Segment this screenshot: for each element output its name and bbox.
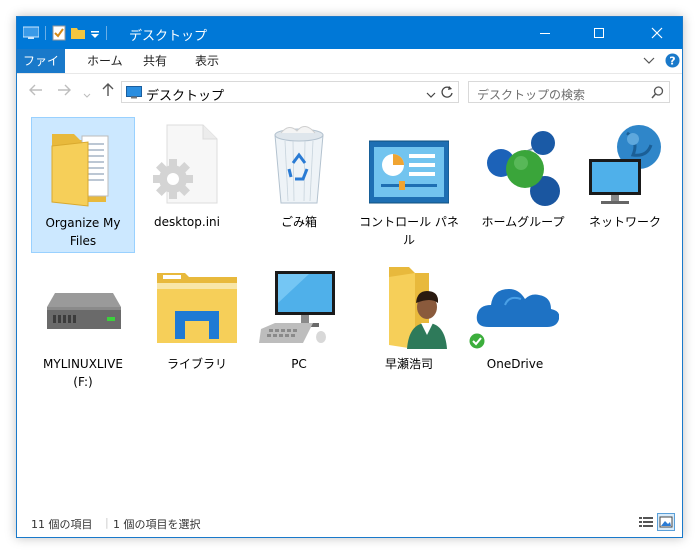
tab-share[interactable]: 共有	[133, 49, 177, 73]
list-item[interactable]: OneDrive	[463, 259, 567, 395]
item-label: ライブラリ	[166, 357, 227, 371]
address-bar[interactable]: デスクトップ	[121, 81, 459, 104]
tab-view[interactable]: 表示	[185, 49, 229, 73]
ribbon: ファイル ホーム 共有 表示 ?	[17, 49, 682, 92]
window-title: デスクトップ	[129, 29, 208, 44]
chevron-down-icon	[83, 93, 91, 98]
minimize-button[interactable]	[522, 17, 568, 49]
user-folder-icon	[389, 267, 447, 349]
status-bar: 11 個の項目 | 1 個の項目を選択	[17, 507, 682, 537]
refresh-button[interactable]	[440, 85, 454, 102]
list-item[interactable]: ごみ箱	[247, 117, 351, 253]
desktop-icon	[126, 86, 142, 99]
list-item[interactable]: 早瀬浩司	[357, 259, 461, 395]
selection-count: 1 個の項目を選択	[113, 518, 201, 531]
arrow-up-icon	[102, 83, 114, 96]
search-icon[interactable]	[651, 86, 664, 99]
toolbar-separator	[106, 26, 107, 40]
explorer-window: デスクトップ ファイル ホーム 共有 表示 ? デスクトップ デスクトップの検索…	[16, 16, 683, 538]
list-item[interactable]: ホームグループ	[471, 117, 575, 253]
file-view[interactable]: Organize My Files desktop.ini ごみ箱 コントロール…	[17, 111, 682, 507]
arrow-right-icon	[58, 84, 71, 96]
search-box[interactable]: デスクトップの検索	[468, 81, 670, 103]
libraries-icon	[157, 273, 237, 343]
new-folder-icon[interactable]	[70, 25, 86, 41]
list-item[interactable]: MYLINUXLIVE (F:)	[31, 259, 135, 395]
details-view-button[interactable]	[637, 513, 655, 531]
minimize-icon	[540, 33, 550, 34]
drive-icon	[47, 293, 121, 329]
close-icon	[651, 27, 663, 39]
maximize-icon	[594, 28, 604, 38]
search-input[interactable]: デスクトップの検索	[477, 86, 585, 103]
item-label: PC	[291, 357, 307, 371]
homegroup-icon	[487, 131, 560, 206]
item-label: OneDrive	[486, 357, 544, 371]
recent-locations-button[interactable]	[83, 87, 91, 103]
svg-text:?: ?	[669, 55, 675, 68]
item-label: desktop.ini	[154, 215, 220, 229]
list-item[interactable]: コントロール パネル	[357, 117, 461, 253]
refresh-icon	[441, 86, 453, 98]
back-button[interactable]	[29, 83, 43, 101]
list-item[interactable]: ライブラリ	[145, 259, 249, 395]
chevron-down-icon	[426, 92, 436, 98]
ribbon-expand-button[interactable]	[643, 55, 655, 69]
navigation-bar: デスクトップ デスクトップの検索	[17, 75, 682, 109]
item-label: 早瀬浩司	[384, 357, 433, 371]
control-panel-icon	[369, 140, 449, 204]
settings-file-icon	[153, 124, 218, 204]
item-label: MYLINUXLIVE (F:)	[43, 357, 123, 389]
recycle-bin-icon	[274, 126, 324, 204]
tab-home[interactable]: ホーム	[77, 49, 133, 73]
maximize-button[interactable]	[576, 17, 622, 49]
title-bar[interactable]: デスクトップ	[17, 17, 682, 49]
arrow-left-icon	[29, 84, 42, 96]
status-separator: |	[105, 516, 109, 529]
list-item[interactable]: Organize My Files	[31, 117, 135, 253]
close-button[interactable]	[634, 17, 680, 49]
details-view-icon	[639, 517, 653, 527]
folder-documents-icon	[51, 134, 109, 207]
tab-file[interactable]: ファイル	[17, 49, 65, 92]
list-item[interactable]: PC	[247, 259, 351, 395]
chevron-down-icon	[643, 57, 655, 64]
item-count: 11 個の項目	[31, 518, 93, 531]
network-icon	[589, 125, 661, 204]
customize-toolbar-icon[interactable]	[90, 25, 100, 41]
properties-icon[interactable]	[52, 25, 66, 41]
item-label: ごみ箱	[280, 215, 317, 229]
quick-access-toolbar	[23, 24, 109, 42]
item-label: Organize My Files	[45, 216, 121, 248]
sync-status-icon	[469, 333, 485, 349]
help-icon: ?	[665, 53, 680, 68]
item-label: ネットワーク	[588, 215, 661, 229]
large-icons-view-icon	[659, 516, 673, 528]
help-button[interactable]: ?	[665, 53, 680, 71]
list-item[interactable]: ネットワーク	[573, 117, 677, 253]
large-icons-view-button[interactable]	[657, 513, 675, 531]
pc-icon	[259, 271, 335, 343]
up-button[interactable]	[101, 83, 115, 101]
list-item[interactable]: desktop.ini	[135, 117, 239, 253]
address-path: デスクトップ	[146, 89, 225, 104]
toolbar-separator	[45, 26, 46, 40]
item-label: コントロール パネル	[359, 215, 459, 247]
forward-button[interactable]	[57, 83, 71, 101]
address-dropdown-button[interactable]	[426, 88, 436, 102]
onedrive-icon	[476, 289, 559, 327]
desktop-icon	[23, 26, 39, 39]
item-label: ホームグループ	[481, 215, 565, 229]
